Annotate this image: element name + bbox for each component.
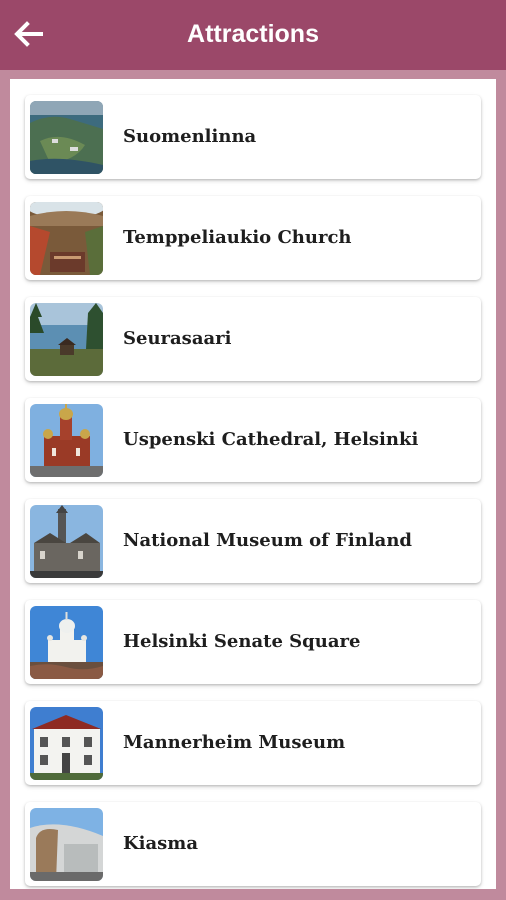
attraction-thumbnail: [30, 101, 103, 174]
attraction-thumbnail: [30, 707, 103, 780]
attraction-name: National Museum of Finland: [123, 530, 413, 551]
attraction-name: Mannerheim Museum: [123, 732, 346, 753]
attraction-item-seurasaari[interactable]: Seurasaari: [25, 297, 481, 381]
attraction-thumbnail: [30, 303, 103, 376]
attraction-name: Helsinki Senate Square: [123, 631, 361, 652]
attraction-item-temppeliaukio-church[interactable]: Temppeliaukio Church: [25, 196, 481, 280]
attraction-item-national-museum-of-finland[interactable]: National Museum of Finland: [25, 499, 481, 583]
attraction-item-uspenski-cathedral[interactable]: Uspenski Cathedral, Helsinki: [25, 398, 481, 482]
attraction-name: Uspenski Cathedral, Helsinki: [123, 429, 419, 450]
attraction-thumbnail: [30, 808, 103, 881]
app-bar: Attractions: [0, 0, 506, 70]
attraction-name: Temppeliaukio Church: [123, 227, 352, 248]
attraction-thumbnail: [30, 505, 103, 578]
attraction-thumbnail: [30, 404, 103, 477]
attraction-name: Suomenlinna: [123, 126, 257, 147]
attraction-item-kiasma[interactable]: Kiasma: [25, 802, 481, 886]
attraction-name: Kiasma: [123, 833, 198, 854]
attractions-list: Suomenlinna Temppeliaukio Church Seurasa…: [25, 95, 483, 889]
attraction-thumbnail: [30, 606, 103, 679]
page-title: Attractions: [187, 20, 319, 48]
attraction-thumbnail: [30, 202, 103, 275]
attractions-panel: Suomenlinna Temppeliaukio Church Seurasa…: [10, 79, 496, 889]
attraction-item-suomenlinna[interactable]: Suomenlinna: [25, 95, 481, 179]
attraction-item-mannerheim-museum[interactable]: Mannerheim Museum: [25, 701, 481, 785]
attraction-item-helsinki-senate-square[interactable]: Helsinki Senate Square: [25, 600, 481, 684]
attraction-name: Seurasaari: [123, 328, 232, 349]
